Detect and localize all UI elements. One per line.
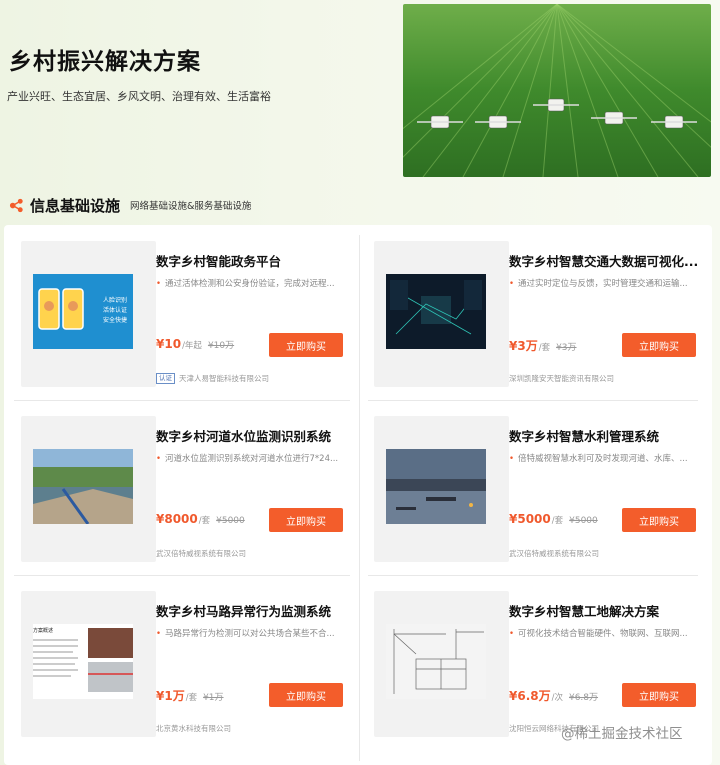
price-unit: /套 — [538, 343, 551, 353]
grid-divider — [359, 235, 360, 761]
svg-text:方案概述: 方案概述 — [33, 627, 53, 634]
product-thumbnail — [374, 241, 509, 387]
product-card[interactable]: 人脸识别 活体认证 安全快捷 数字乡村智能政务平台 • 通过活体检测和公安身份验证… — [21, 241, 354, 401]
price-unit: /套 — [185, 693, 198, 703]
product-price: ¥1万 — [156, 689, 185, 703]
price-unit: /次 — [551, 693, 563, 703]
buy-now-button[interactable]: 立即购买 — [269, 508, 343, 532]
original-price: ¥6.8万 — [568, 693, 599, 703]
watermark: @稀土掘金技术社区 — [561, 726, 683, 742]
section-subtitle: 网络基础设施&服务基础设施 — [130, 201, 252, 212]
hero-farmland-image — [403, 4, 711, 177]
original-price: ¥3万 — [556, 343, 577, 353]
original-price: ¥10万 — [207, 341, 235, 351]
product-thumbnail: 方案概述 — [21, 591, 156, 737]
product-description: 马路异常行为检测可以对公共场合某些不合... — [165, 629, 335, 639]
product-description: 可视化技术结合智能硬件、物联网、互联网... — [518, 629, 688, 639]
buy-now-button[interactable]: 立即购买 — [269, 683, 343, 707]
product-title[interactable]: 数字乡村智慧水利管理系统 — [509, 426, 705, 445]
price-unit: /套 — [198, 516, 211, 526]
buy-now-button[interactable]: 立即购买 — [622, 508, 696, 532]
verified-badge: 认证 — [156, 373, 175, 384]
product-card[interactable]: 数字乡村智慧水利管理系统 • 倍特威视智慧水利可及时发现河道、水库、... ¥50… — [374, 416, 707, 576]
product-price: ¥10 — [156, 337, 182, 351]
svg-text:人脸识别: 人脸识别 — [103, 296, 127, 304]
product-thumbnail — [21, 416, 156, 562]
product-title[interactable]: 数字乡村智能政务平台 — [156, 251, 352, 270]
product-price: ¥3万 — [509, 339, 538, 353]
share-icon — [9, 198, 23, 212]
vendor-name[interactable]: 北京黄水科技有限公司 — [156, 723, 231, 734]
page-title: 乡村振兴解决方案 — [9, 49, 201, 75]
price-unit: /年起 — [182, 341, 202, 351]
vendor-name[interactable]: 武汉倍特威视系统有限公司 — [156, 548, 246, 559]
original-price: ¥1万 — [203, 693, 224, 703]
product-title[interactable]: 数字乡村智慧工地解决方案 — [509, 601, 705, 620]
product-description: 通过实时定位与反馈，实时管理交通和运输... — [518, 279, 688, 289]
svg-text:活体认证: 活体认证 — [103, 306, 127, 314]
product-card[interactable]: 方案概述 数字乡村马路异常行为监测系统 • 马路异常行为检测可以对公共场合某些不合… — [21, 591, 354, 751]
product-thumbnail — [374, 591, 509, 737]
product-card[interactable]: 数字乡村河道水位监测识别系统 • 河道水位监测识别系统对河道水位进行7*24...… — [21, 416, 354, 576]
product-description: 通过活体检测和公安身份验证，完成对远程... — [165, 279, 335, 289]
page-subtitle: 产业兴旺、生态宜居、乡风文明、治理有效、生活富裕 — [7, 90, 271, 103]
product-title[interactable]: 数字乡村河道水位监测识别系统 — [156, 426, 352, 445]
price-unit: /套 — [551, 516, 564, 526]
product-thumbnail — [374, 416, 509, 562]
buy-now-button[interactable]: 立即购买 — [622, 683, 696, 707]
section-header: 信息基础设施 网络基础设施&服务基础设施 — [9, 193, 251, 217]
vendor-name[interactable]: 天津人易智能科技有限公司 — [179, 373, 269, 384]
vendor-name[interactable]: 深圳凯隆安天智能资讯有限公司 — [509, 373, 614, 384]
product-description: 河道水位监测识别系统对河道水位进行7*24... — [165, 454, 339, 464]
vendor-name[interactable]: 武汉倍特威视系统有限公司 — [509, 548, 599, 559]
section-title: 信息基础设施 — [30, 196, 121, 215]
product-price: ¥5000 — [509, 512, 551, 526]
buy-now-button[interactable]: 立即购买 — [269, 333, 343, 357]
buy-now-button[interactable]: 立即购买 — [622, 333, 696, 357]
product-title[interactable]: 数字乡村智慧交通大数据可视化... — [509, 251, 705, 270]
product-card[interactable]: 数字乡村智慧交通大数据可视化... • 通过实时定位与反馈，实时管理交通和运输..… — [374, 241, 707, 401]
product-price: ¥8000 — [156, 512, 198, 526]
product-thumbnail: 人脸识别 活体认证 安全快捷 — [21, 241, 156, 387]
product-description: 倍特威视智慧水利可及时发现河道、水库、... — [518, 454, 688, 464]
original-price: ¥5000 — [569, 516, 598, 526]
product-title[interactable]: 数字乡村马路异常行为监测系统 — [156, 601, 352, 620]
original-price: ¥5000 — [216, 516, 245, 526]
svg-text:安全快捷: 安全快捷 — [103, 316, 127, 324]
product-price: ¥6.8万 — [509, 689, 551, 703]
